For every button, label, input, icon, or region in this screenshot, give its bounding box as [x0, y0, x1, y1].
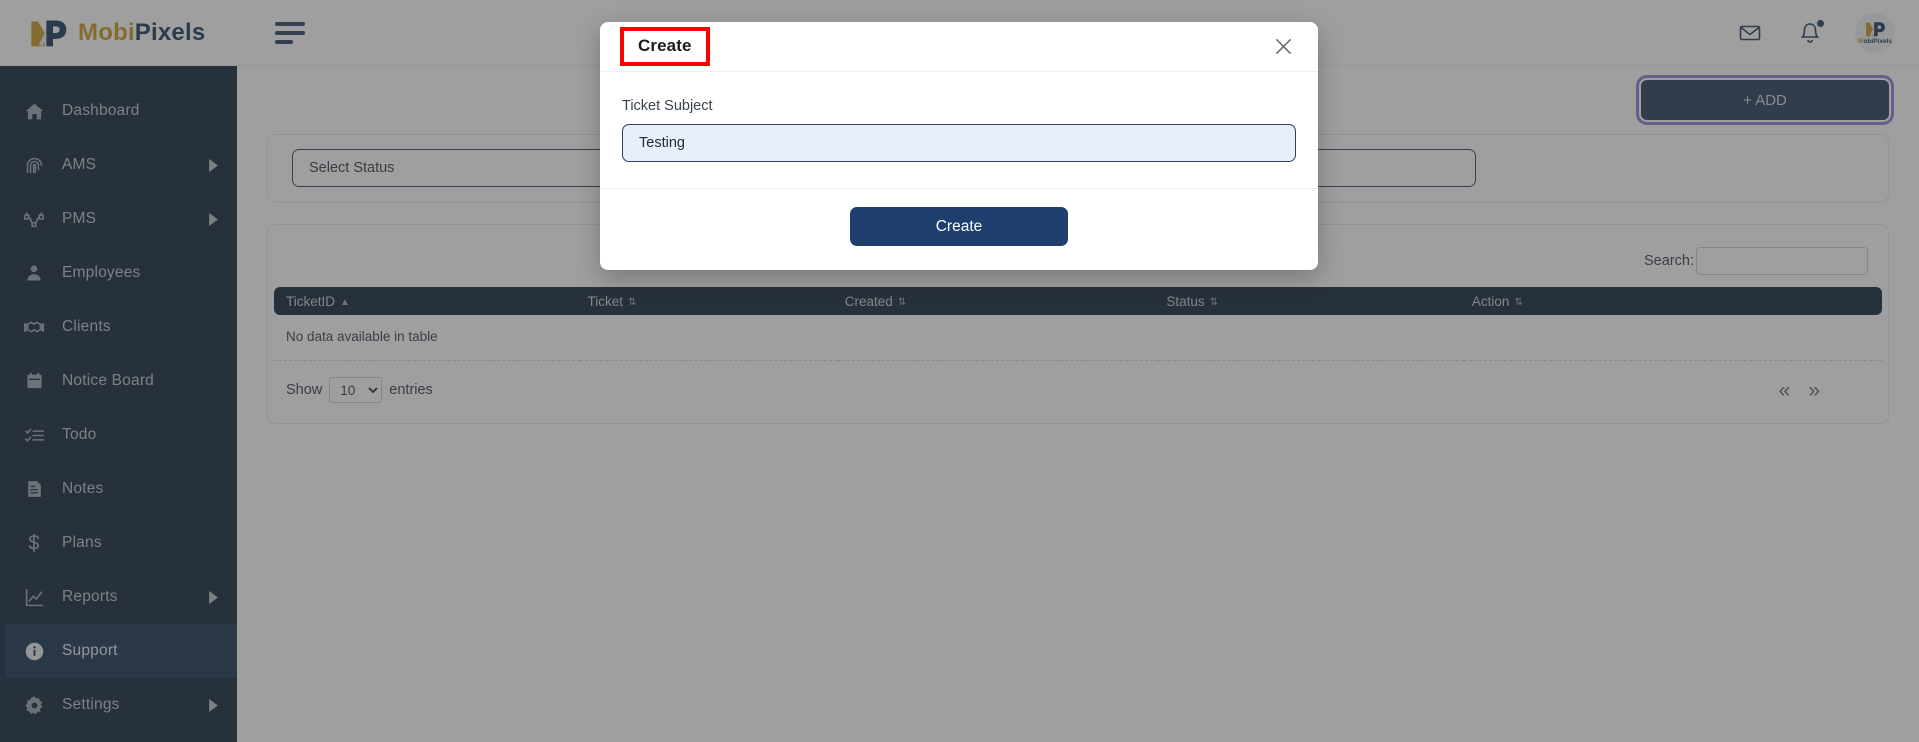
app-root: MobiPixels — [0, 0, 1919, 742]
modal-header: Create — [600, 22, 1318, 72]
create-submit-button[interactable]: Create — [850, 207, 1068, 246]
modal-body: Ticket Subject — [600, 72, 1318, 189]
create-ticket-modal: Create Ticket Subject Create — [600, 22, 1318, 270]
ticket-subject-label: Ticket Subject — [622, 98, 713, 114]
modal-footer: Create — [600, 189, 1318, 270]
modal-title-highlight: Create — [620, 27, 710, 66]
close-icon[interactable] — [1270, 34, 1296, 60]
modal-title: Create — [638, 36, 692, 55]
ticket-subject-input[interactable] — [622, 124, 1296, 162]
